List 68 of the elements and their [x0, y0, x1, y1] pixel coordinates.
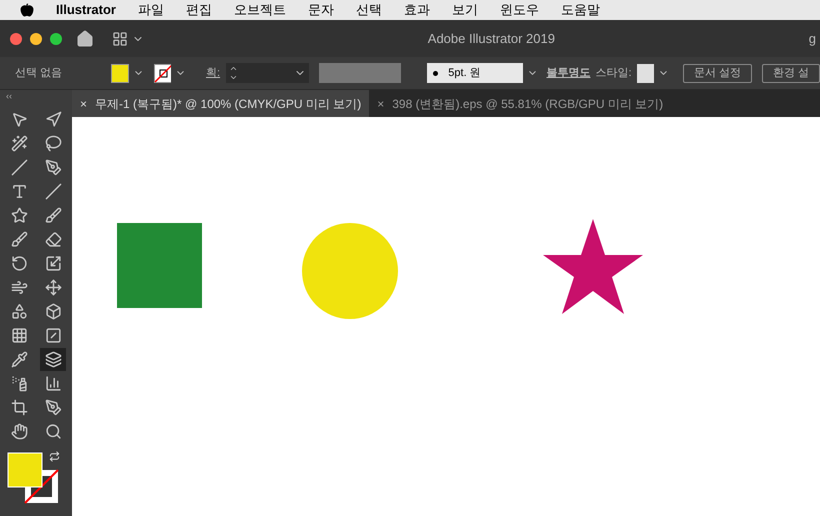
stroke-label: 획:: [206, 66, 220, 81]
brush-dropdown[interactable]: 5pt. 원: [427, 63, 524, 83]
bar-chart-icon: [44, 375, 62, 392]
menu-item[interactable]: 보기: [452, 0, 478, 20]
close-window-button[interactable]: [10, 32, 22, 44]
title-text: g: [808, 30, 816, 48]
brush-icon: [44, 207, 62, 224]
minimize-window-button[interactable]: [30, 32, 42, 44]
move-icon: [44, 279, 62, 296]
menu-item[interactable]: 파일: [138, 0, 164, 20]
window-title: Adobe Illustrator 2019: [426, 30, 556, 48]
tab-close-button[interactable]: ×: [80, 94, 88, 112]
wave-icon: [10, 279, 28, 296]
opacity-link[interactable]: 불투명도: [546, 64, 590, 82]
home-icon[interactable]: [76, 30, 94, 48]
toolbar-button[interactable]: 환경 설: [762, 64, 820, 82]
style-swatch[interactable]: [636, 64, 654, 82]
apple-icon[interactable]: [20, 3, 34, 17]
pen-icon: [44, 399, 62, 416]
stroke-weight-field[interactable]: [226, 63, 309, 83]
spray-can-icon: [10, 375, 28, 392]
menu-item[interactable]: 윈도우: [500, 0, 539, 20]
style-label: 스타일:: [595, 66, 632, 81]
gradient-icon: [44, 327, 62, 344]
menu-item[interactable]: 도움말: [560, 0, 600, 20]
no-stroke-swatch[interactable]: [154, 64, 172, 82]
wand-icon: [10, 135, 28, 152]
document-tab[interactable]: × 398 (변환됨).eps @ 55.81% (RGB/GPU 미리 보기): [369, 90, 672, 117]
swap-icon[interactable]: [49, 451, 60, 462]
app-menu[interactable]: Illustrator: [56, 0, 116, 20]
pen-icon: [44, 159, 62, 176]
eraser-icon: [44, 231, 62, 248]
pointer-icon: [44, 111, 62, 128]
crop-icon: [10, 399, 28, 416]
scale-icon: [44, 255, 62, 272]
workspace-icon[interactable]: [112, 30, 128, 46]
menu-item[interactable]: 효과: [404, 0, 430, 20]
diagonal-line-icon: [10, 159, 28, 176]
menu-item[interactable]: 오브젝트: [234, 0, 286, 20]
step-up-icon[interactable]: [229, 64, 238, 73]
step-down-icon[interactable]: [229, 73, 238, 82]
eyedropper-icon: [10, 351, 28, 368]
menu-item[interactable]: 편집: [186, 0, 212, 20]
brush-icon: [10, 231, 28, 248]
zoom-window-button[interactable]: [50, 32, 62, 44]
grid-icon: [10, 327, 28, 344]
search-icon: [44, 423, 62, 440]
menu-item[interactable]: 문자: [308, 0, 334, 20]
selection-status: 선택 없음: [15, 66, 64, 81]
lasso-icon: [44, 135, 62, 152]
star-icon: [10, 207, 28, 224]
pointer-icon: [10, 111, 28, 128]
line-icon: [44, 183, 62, 200]
variable-width-field[interactable]: [318, 63, 402, 83]
tool-button[interactable]: [40, 348, 66, 371]
hand-icon: [10, 423, 28, 440]
fill-swatch[interactable]: [111, 64, 129, 82]
letter-t-icon: [10, 183, 28, 200]
document-tab[interactable]: × 무제-1 (복구됨)* @ 100% (CMYK/GPU 미리 보기): [72, 90, 370, 117]
fill-stroke-swatches[interactable]: [7, 452, 59, 504]
menu-item[interactable]: 선택: [356, 0, 382, 20]
toolbar-button[interactable]: 문서 설정: [682, 64, 752, 82]
layers-icon: [44, 351, 62, 368]
collapse-button[interactable]: ‹‹: [6, 90, 12, 102]
cube-icon: [44, 303, 62, 320]
tab-close-button[interactable]: ×: [377, 94, 384, 112]
shapes-icon: [10, 303, 28, 320]
rotate-icon: [10, 255, 28, 272]
